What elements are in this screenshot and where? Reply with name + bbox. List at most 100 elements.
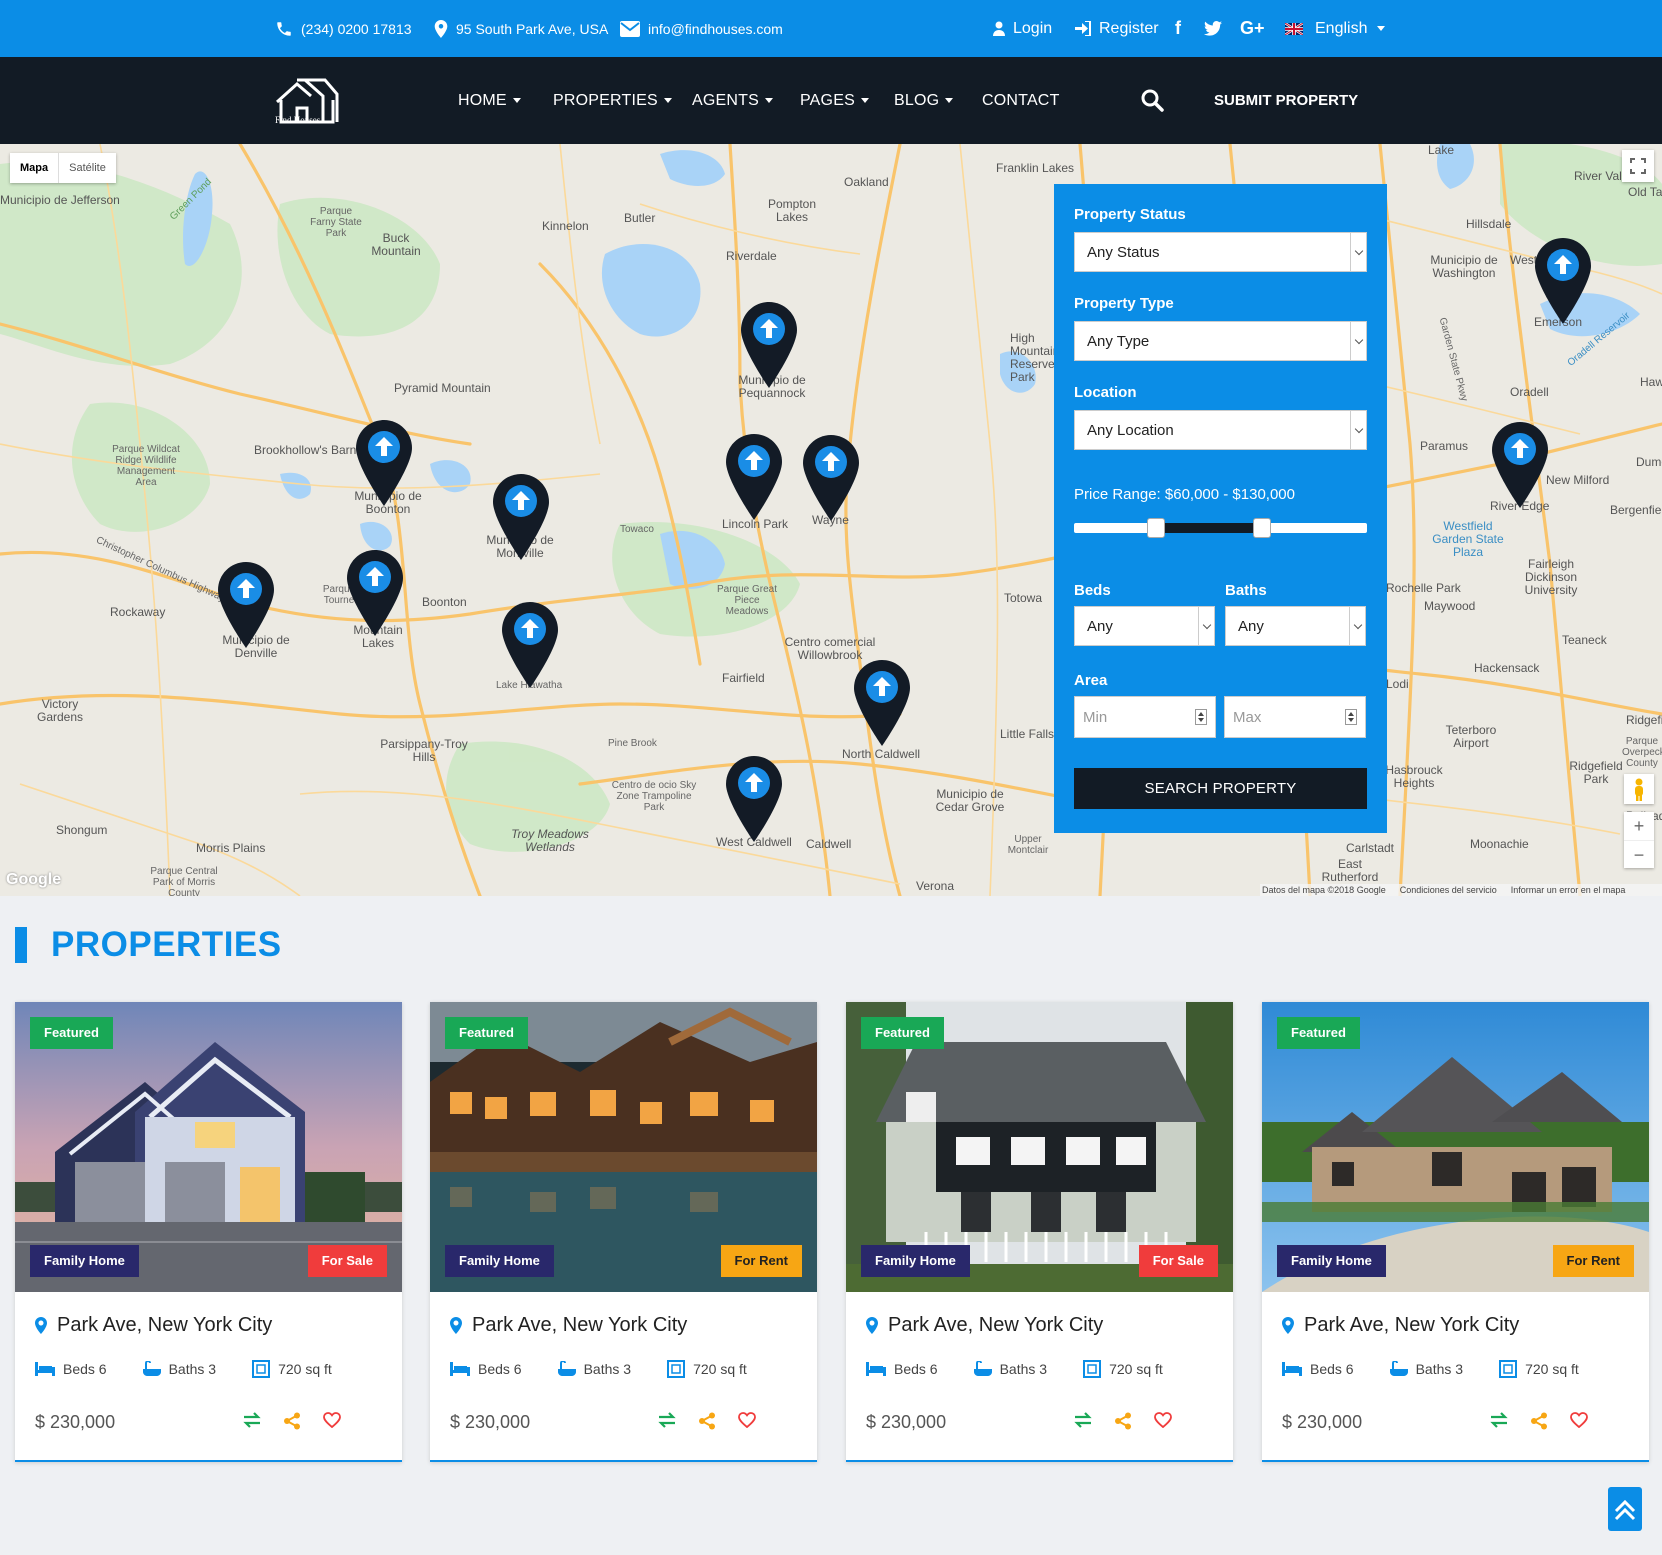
search-icon[interactable] <box>1140 88 1164 112</box>
status-badge: For Rent <box>1552 1245 1634 1277</box>
map-label: Old Tappan <box>1628 185 1662 199</box>
spinner-icon[interactable] <box>1345 709 1357 725</box>
twitter-icon <box>1204 21 1222 36</box>
spinner-icon[interactable] <box>1195 709 1207 725</box>
property-card[interactable]: Featured Family Home For Rent Park Ave, … <box>1262 1002 1649 1462</box>
language-select[interactable]: English <box>1285 0 1386 57</box>
google-logo: Google <box>6 871 62 888</box>
property-pin[interactable] <box>726 434 782 520</box>
property-pin[interactable] <box>726 756 782 842</box>
property-card[interactable]: Featured Family Home For Rent Park Ave, … <box>430 1002 817 1462</box>
compare-icon[interactable] <box>243 1412 261 1428</box>
share-icon[interactable] <box>1114 1412 1132 1430</box>
beds-select[interactable]: Any <box>1074 606 1215 646</box>
status-select[interactable]: Any Status <box>1074 232 1367 272</box>
baths-fact: Baths 3 <box>557 1360 632 1378</box>
baths-select[interactable]: Any <box>1225 606 1366 646</box>
share-icon[interactable] <box>698 1412 716 1430</box>
top-bar: (234) 0200 17813 95 South Park Ave, USA … <box>0 0 1662 57</box>
twitter-link[interactable] <box>1204 0 1222 57</box>
section-title-text: PROPERTIES <box>51 925 282 964</box>
google-plus-link[interactable]: G+ <box>1240 0 1265 57</box>
nav-contact[interactable]: CONTACT <box>982 57 1060 144</box>
baths-text: Baths 3 <box>1415 1361 1464 1377</box>
zoom-out-button[interactable]: − <box>1624 840 1654 868</box>
beds-text: Beds 6 <box>63 1361 107 1377</box>
map-type-map-button[interactable]: Mapa <box>10 153 58 183</box>
price-range-slider[interactable] <box>1074 518 1367 538</box>
property-pin[interactable] <box>493 474 549 560</box>
property-map[interactable]: Mapa Satélite Municipio de Jefferson Par… <box>0 144 1662 896</box>
compare-icon[interactable] <box>1074 1412 1092 1428</box>
area-icon <box>1083 1360 1102 1378</box>
nav-home[interactable]: HOME <box>458 57 521 144</box>
logo-text[interactable]: Find Houses <box>275 115 320 125</box>
share-icon[interactable] <box>1530 1412 1548 1430</box>
nav-blog[interactable]: BLOG <box>894 57 954 144</box>
submit-property-button[interactable]: SUBMIT PROPERTY <box>1214 57 1358 144</box>
map-label: Butler <box>624 211 656 225</box>
card-actions <box>243 1412 341 1430</box>
address-text: Park Ave, New York City <box>1304 1314 1520 1336</box>
search-property-button[interactable]: SEARCH PROPERTY <box>1074 768 1367 809</box>
compare-icon[interactable] <box>1490 1412 1508 1428</box>
property-type-badge: Family Home <box>861 1245 970 1277</box>
register-link[interactable]: Register <box>1075 0 1159 57</box>
property-pin[interactable] <box>1535 238 1591 324</box>
zoom-in-button[interactable]: + <box>1624 812 1654 840</box>
map-label: Parque Great Piece Meadows <box>716 584 778 617</box>
map-label: Hasbrouck Heights <box>1385 763 1443 790</box>
property-address[interactable]: Park Ave, New York City <box>866 1314 1103 1337</box>
nav-pages[interactable]: PAGES <box>800 57 869 144</box>
login-link[interactable]: Login <box>993 0 1052 57</box>
contact-address: 95 South Park Ave, USA <box>434 0 608 57</box>
heart-icon[interactable] <box>1154 1412 1172 1428</box>
property-pin[interactable] <box>741 302 797 388</box>
area-min-input[interactable]: Min <box>1074 696 1216 738</box>
map-type-satellite-button[interactable]: Satélite <box>58 153 116 183</box>
map-label: Oradell <box>1510 385 1549 399</box>
map-label: Teterboro Airport <box>1445 723 1497 750</box>
map-label: Hillsdale <box>1466 217 1512 231</box>
map-terms-link[interactable]: Condiciones del servicio <box>1400 885 1497 895</box>
facebook-link[interactable]: f <box>1175 0 1181 57</box>
price-min-handle[interactable] <box>1147 518 1166 538</box>
property-pin[interactable] <box>803 435 859 521</box>
property-address[interactable]: Park Ave, New York City <box>450 1314 687 1337</box>
property-card[interactable]: Featured Family Home For Sale Park Ave, … <box>15 1002 402 1462</box>
map-report-link[interactable]: Informar un error en el mapa <box>1511 885 1626 895</box>
nav-agents[interactable]: AGENTS <box>692 57 773 144</box>
bed-icon <box>1282 1362 1302 1376</box>
price-max-handle[interactable] <box>1252 518 1271 538</box>
heart-icon[interactable] <box>1570 1412 1588 1428</box>
property-pin[interactable] <box>854 660 910 746</box>
heart-icon[interactable] <box>323 1412 341 1428</box>
heart-icon[interactable] <box>738 1412 756 1428</box>
property-pin[interactable] <box>502 602 558 688</box>
back-to-top-button[interactable] <box>1608 1487 1642 1531</box>
nav-properties[interactable]: PROPERTIES <box>553 57 672 144</box>
fullscreen-button[interactable] <box>1622 150 1654 182</box>
property-pin[interactable] <box>218 562 274 648</box>
share-icon[interactable] <box>283 1412 301 1430</box>
street-view-button[interactable] <box>1624 774 1654 804</box>
area-max-input[interactable]: Max <box>1224 696 1366 738</box>
baths-text: Baths 3 <box>583 1361 632 1377</box>
property-pin[interactable] <box>1492 422 1548 508</box>
map-label: Lodi <box>1386 677 1409 691</box>
property-pin[interactable] <box>356 420 412 506</box>
contact-phone[interactable]: (234) 0200 17813 <box>275 0 412 57</box>
property-card[interactable]: Featured Family Home For Sale Park Ave, … <box>846 1002 1233 1462</box>
map-label: Municipio de Jefferson <box>0 193 120 207</box>
property-pin[interactable] <box>347 550 403 636</box>
location-select[interactable]: Any Location <box>1074 410 1367 450</box>
property-address[interactable]: Park Ave, New York City <box>1282 1314 1519 1337</box>
featured-badge: Featured <box>1277 1017 1360 1049</box>
fullscreen-icon <box>1630 158 1646 174</box>
map-label: Shongum <box>56 823 108 837</box>
beds-fact: Beds 6 <box>866 1360 938 1378</box>
compare-icon[interactable] <box>658 1412 676 1428</box>
contact-email[interactable]: info@findhouses.com <box>620 0 783 57</box>
type-select[interactable]: Any Type <box>1074 321 1367 361</box>
property-address[interactable]: Park Ave, New York City <box>35 1314 272 1337</box>
